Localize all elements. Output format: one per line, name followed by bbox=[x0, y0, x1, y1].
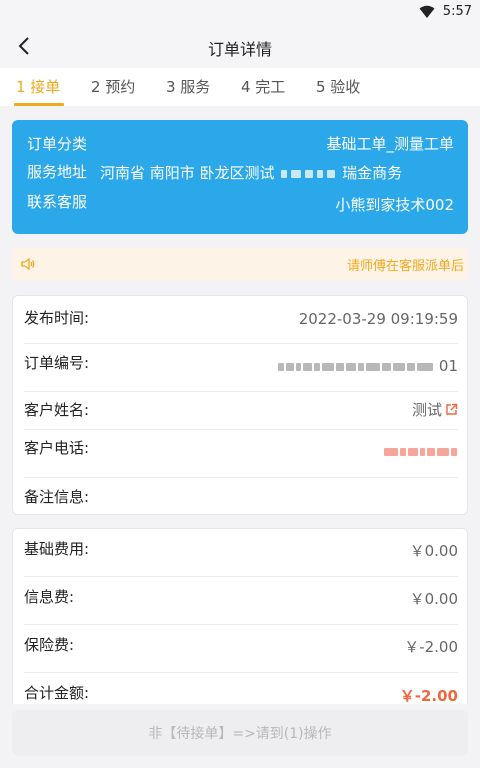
info-fee-label: 信息费: bbox=[24, 588, 75, 606]
contact-value[interactable]: 小熊到家技术002 bbox=[335, 194, 454, 215]
total-value: ￥-2.00 bbox=[399, 687, 458, 705]
order-detail-card: 发布时间: 2022-03-29 09:19:59 订单编号: 01 客户姓名:… bbox=[12, 295, 468, 515]
notice-text: 请师傅在客服派单后 bbox=[347, 259, 465, 274]
address-prefix: 河南省 南阳市 卧龙区测试 bbox=[100, 164, 275, 182]
active-tab-indicator bbox=[14, 103, 64, 106]
app-bar: 订单详情 bbox=[0, 26, 480, 68]
order-no-value: 01 bbox=[277, 357, 458, 375]
insurance-fee-label: 保险费: bbox=[24, 636, 75, 654]
contact-label: 联系客服 bbox=[27, 193, 88, 211]
info-fee-row: 信息费: ￥0.00 bbox=[24, 577, 458, 625]
base-fee-value: ￥0.00 bbox=[409, 542, 458, 560]
insurance-fee-value: ￥-2.00 bbox=[404, 638, 458, 656]
customer-name-label: 客户姓名: bbox=[24, 401, 90, 419]
remark-label: 备注信息: bbox=[24, 488, 90, 506]
tab-service[interactable]: 3 服务 bbox=[166, 76, 210, 97]
category-label: 订单分类 bbox=[27, 135, 88, 153]
step-tabs: 1 接单 2 预约 3 服务 4 完工 5 验收 bbox=[0, 68, 480, 106]
customer-phone-value[interactable] bbox=[383, 442, 458, 460]
external-link-icon[interactable] bbox=[445, 403, 458, 416]
tab-accept[interactable]: 1 接单 bbox=[16, 76, 60, 97]
bottom-action-bar: 非【待接单】=>请到(1)操作 bbox=[0, 704, 480, 768]
base-fee-row: 基础费用: ￥0.00 bbox=[24, 529, 458, 577]
fee-card: 基础费用: ￥0.00 信息费: ￥0.00 保险费: ￥-2.00 合计金额:… bbox=[12, 528, 468, 708]
order-no-row: 订单编号: 01 bbox=[24, 344, 458, 392]
base-fee-label: 基础费用: bbox=[24, 540, 90, 558]
customer-name-row: 客户姓名: 测试 bbox=[24, 392, 458, 430]
tab-acceptance[interactable]: 5 验收 bbox=[316, 76, 360, 97]
address-label: 服务地址 bbox=[27, 163, 88, 181]
tab-complete[interactable]: 4 完工 bbox=[241, 76, 285, 97]
address-suffix: 瑞金商务 bbox=[342, 164, 403, 182]
category-value: 基础工单_测量工单 bbox=[326, 135, 454, 153]
publish-time-row: 发布时间: 2022-03-29 09:19:59 bbox=[24, 296, 458, 344]
status-time: 5:57 bbox=[442, 4, 472, 19]
order-no-label: 订单编号: bbox=[24, 354, 90, 372]
insurance-fee-row: 保险费: ￥-2.00 bbox=[24, 625, 458, 673]
speaker-icon bbox=[21, 257, 35, 271]
status-icons: 5:57 bbox=[419, 4, 472, 19]
address-value: 河南省 南阳市 卧龙区测试 瑞金商务 bbox=[100, 162, 402, 183]
order-no-redacted bbox=[277, 357, 434, 375]
total-row: 合计金额: ￥-2.00 bbox=[24, 673, 458, 707]
remark-row: 备注信息: bbox=[24, 478, 458, 514]
order-info-card: 订单分类 基础工单_测量工单 服务地址 河南省 南阳市 卧龙区测试 瑞金商务 联… bbox=[12, 120, 468, 234]
page-title: 订单详情 bbox=[207, 40, 272, 59]
total-label: 合计金额: bbox=[24, 684, 90, 702]
customer-name-text: 测试 bbox=[411, 401, 442, 419]
notice-bar: 请师傅在客服派单后 bbox=[12, 248, 468, 280]
publish-time-value: 2022-03-29 09:19:59 bbox=[298, 310, 458, 328]
wifi-icon bbox=[419, 5, 435, 18]
action-button[interactable]: 非【待接单】=>请到(1)操作 bbox=[12, 710, 468, 756]
customer-phone-label: 客户电话: bbox=[24, 439, 90, 457]
customer-phone-row: 客户电话: bbox=[24, 430, 458, 478]
status-bar: 5:57 bbox=[0, 0, 480, 26]
publish-time-label: 发布时间: bbox=[24, 309, 90, 327]
info-fee-value: ￥0.00 bbox=[409, 590, 458, 608]
tab-appointment[interactable]: 2 预约 bbox=[91, 76, 135, 97]
customer-name-value[interactable]: 测试 bbox=[412, 399, 458, 420]
address-redacted bbox=[279, 164, 342, 182]
order-no-suffix: 01 bbox=[438, 357, 458, 375]
